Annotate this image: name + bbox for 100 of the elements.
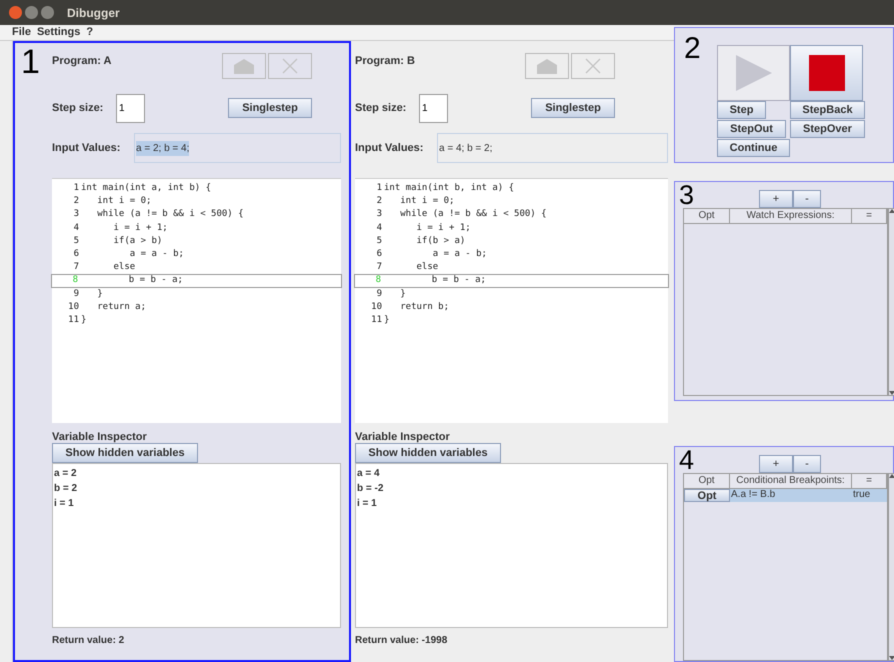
debug-step-button[interactable]: StepOut (717, 120, 786, 138)
play-icon (734, 53, 774, 93)
line-number: 3 (376, 209, 383, 221)
code-line: i = i + 1; (416, 222, 471, 234)
scroll-up-icon (889, 209, 894, 214)
add-button[interactable]: + (759, 455, 793, 473)
input-values-field[interactable]: a = 4; b = 2; (437, 133, 668, 163)
line-number: 4 (72, 222, 80, 234)
show-hidden-variables-button[interactable]: Show hidden variables (355, 443, 501, 463)
house-icon (536, 58, 558, 74)
step-size-field[interactable]: 1 (116, 94, 145, 122)
stop-button[interactable] (790, 45, 863, 101)
stop-icon (808, 55, 844, 91)
add-button[interactable]: + (759, 190, 793, 208)
code-line: i = i + 1; (112, 222, 168, 234)
code-line: b = b - a; (430, 275, 486, 287)
column-header: Opt (684, 474, 730, 488)
variable-entry: a = 2 (53, 467, 78, 481)
code-line: int i = 0; (399, 196, 454, 208)
debug-step-button[interactable]: Step (717, 101, 766, 119)
input-values-label: Input Values: (355, 140, 424, 156)
table-cell-text: true (852, 489, 872, 502)
line-number: 6 (376, 249, 383, 260)
line-number: 1 (72, 183, 80, 194)
code-line: return b; (399, 302, 450, 314)
panel-number: 3 (679, 183, 694, 208)
scrollbar[interactable] (888, 208, 894, 396)
minimize-window-icon[interactable] (25, 6, 38, 19)
variable-entry: b = -2 (356, 482, 384, 496)
program-title: Program: A (52, 54, 112, 69)
remove-button[interactable]: - (793, 455, 821, 473)
line-number: 1 (376, 183, 383, 194)
code-line: } (80, 315, 86, 326)
scrollbar[interactable] (888, 473, 894, 661)
variable-entry: a = 4 (356, 467, 381, 481)
line-number: 8 (374, 275, 382, 287)
variable-inspector-label: Variable Inspector (355, 431, 451, 443)
variable-inspector-label: Variable Inspector (52, 431, 148, 443)
code-line: int main(int b, int a) { (383, 183, 514, 194)
panel-number: 4 (679, 448, 694, 473)
code-line: int main(int a, int b) { (80, 183, 212, 194)
code-line: } (399, 288, 406, 300)
close-icon (585, 58, 601, 74)
code-line: int i = 0; (96, 196, 152, 208)
close-icon (282, 58, 298, 74)
singlestep-button[interactable]: Singlestep (531, 98, 615, 118)
code-line: else (112, 262, 136, 274)
line-number: 10 (370, 302, 383, 314)
line-number: 10 (67, 302, 80, 314)
line-number: 9 (72, 288, 80, 300)
code-line: } (383, 315, 390, 326)
line-number: 11 (67, 315, 80, 326)
upload-button[interactable] (222, 53, 266, 79)
debug-step-button[interactable]: Continue (717, 139, 790, 157)
opt-button[interactable]: Opt (684, 489, 730, 502)
line-number: 8 (72, 275, 79, 287)
code-line: a = a - b; (128, 249, 184, 260)
column-header: Watch Expressions: (730, 209, 852, 224)
input-values-label: Input Values: (52, 140, 122, 156)
remove-button[interactable]: - (793, 190, 821, 208)
show-hidden-variables-button[interactable]: Show hidden variables (52, 443, 198, 463)
menu-item[interactable]: File (12, 24, 31, 41)
column-header: Opt (684, 209, 730, 224)
table-cell-text: A.a != B.b (730, 489, 776, 502)
singlestep-button[interactable]: Singlestep (228, 98, 312, 118)
debug-step-button[interactable]: StepBack (790, 101, 865, 119)
code-line: while (a != b && i < 500) { (399, 209, 547, 221)
close-window-icon[interactable] (9, 6, 22, 19)
variable-entry: i = 1 (356, 497, 378, 511)
debug-step-button[interactable]: StepOver (790, 120, 865, 138)
code-line: b = b - a; (128, 275, 183, 287)
maximize-window-icon[interactable] (41, 6, 54, 19)
input-values-field[interactable]: a = 2; b = 4; (134, 133, 341, 163)
step-size-label: Step size: (355, 100, 408, 116)
upload-button[interactable] (525, 53, 569, 79)
column-header: = (852, 209, 887, 224)
line-number: 4 (376, 222, 383, 234)
return-value: Return value: -1998 (355, 634, 448, 648)
step-size-field[interactable]: 1 (419, 94, 448, 122)
variable-entry: i = 1 (53, 497, 75, 511)
house-icon (233, 58, 255, 74)
line-number: 3 (72, 209, 80, 221)
return-value: Return value: 2 (52, 634, 126, 648)
code-line: else (416, 262, 438, 274)
line-number: 5 (376, 236, 383, 248)
scroll-down-icon (889, 391, 894, 396)
close-button[interactable] (571, 53, 615, 79)
code-line: if(b > a) (416, 236, 466, 248)
menu-item[interactable]: Settings (36, 24, 80, 41)
program-title: Program: B (355, 54, 416, 69)
scroll-up-icon (889, 474, 894, 478)
panel-number: 1 (21, 45, 40, 79)
table-row[interactable]: Opt A.a != B.b true (684, 489, 887, 502)
line-number: 7 (72, 262, 80, 274)
line-number: 11 (370, 315, 383, 326)
line-number: 7 (376, 262, 383, 274)
menu-item[interactable]: ? (86, 24, 94, 41)
close-button[interactable] (268, 53, 312, 79)
code-line: while (a != b && i < 500) { (96, 209, 244, 221)
line-number: 6 (72, 249, 80, 260)
